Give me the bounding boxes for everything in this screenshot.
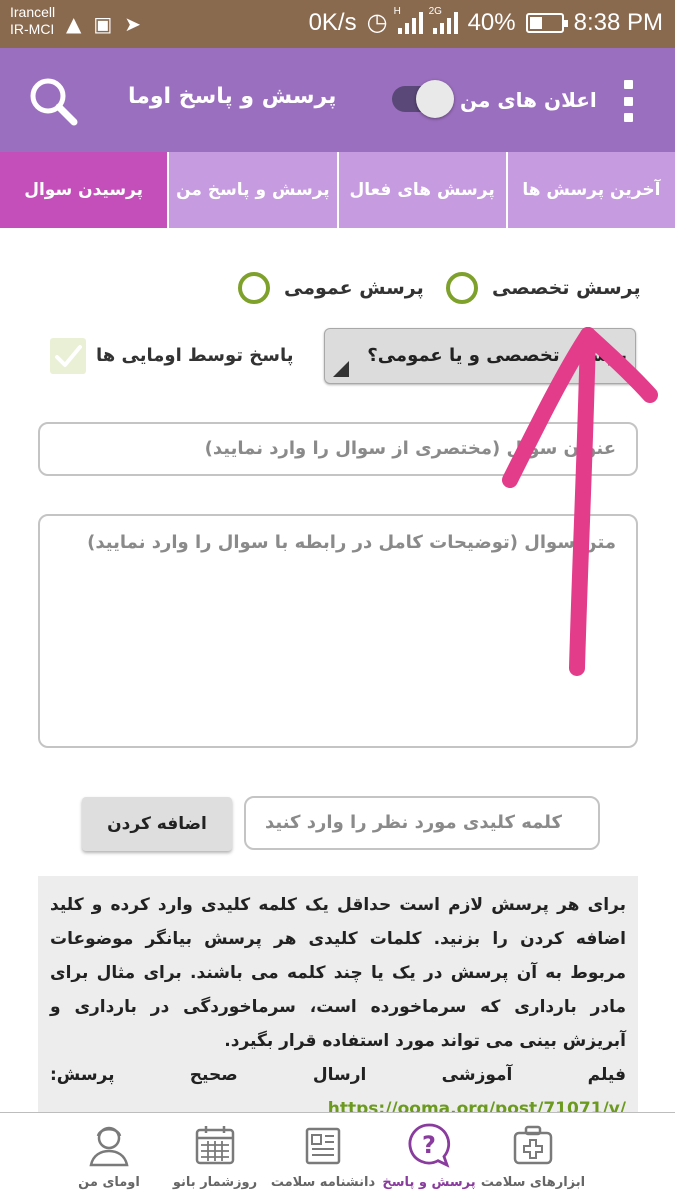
- dropdown-value: پرسش تخصصی و یا عمومی؟: [367, 345, 627, 366]
- notifications-label: اعلان های من: [460, 88, 597, 112]
- carrier-line-1: Irancell: [10, 4, 56, 20]
- tab-bar: پرسیدن سوال پرسش و پاسخ من پرسش های فعال…: [0, 152, 675, 228]
- question-type-dropdown[interactable]: پرسش تخصصی و یا عمومی؟: [324, 328, 636, 384]
- answer-by-oomas-checkbox[interactable]: [50, 338, 86, 374]
- nav-label: دانشنامه سلامت: [270, 1175, 376, 1190]
- radio-circle[interactable]: [446, 272, 478, 304]
- signal-icon-2: 2G: [429, 6, 458, 34]
- net-type-1: H: [393, 5, 401, 17]
- question-bubble-icon: ?: [408, 1123, 451, 1168]
- menu-dot: [623, 80, 633, 89]
- signal-icon: H: [394, 6, 423, 34]
- tab-active-questions[interactable]: پرسش های فعال: [339, 152, 508, 228]
- keyword-placeholder: کلمه کلیدی مورد نظر را وارد کنید: [264, 812, 562, 833]
- net-type-2: 2G: [428, 5, 442, 17]
- carrier-line-2: IR-MCI: [10, 21, 55, 37]
- video-link[interactable]: https://ooma.org/post/71071/v/: [328, 1099, 626, 1112]
- battery-fill: [529, 16, 542, 29]
- question-title-input[interactable]: عنوان سوال (مختصری از سوال را وارد نمایی…: [38, 422, 638, 476]
- notifications-toggle[interactable]: [392, 80, 454, 118]
- image-icon: ▣: [93, 12, 113, 36]
- add-keyword-button[interactable]: اضافه کردن: [82, 797, 232, 851]
- tab-my-questions[interactable]: پرسش و پاسخ من: [169, 152, 339, 228]
- net-speed: 0K/s: [308, 8, 357, 36]
- question-title-placeholder: عنوان سوال (مختصری از سوال را وارد نمایی…: [204, 438, 616, 459]
- search-button[interactable]: [28, 76, 80, 128]
- nav-health-encyclopedia[interactable]: دانشنامه سلامت: [268, 1121, 378, 1190]
- bottom-navigation: ابزارهای سلامت ? پرسش و پاسخ دانشنامه سل…: [0, 1112, 675, 1200]
- battery-percent: 40%: [467, 8, 516, 36]
- svg-text:?: ?: [422, 1131, 436, 1159]
- toggle-knob: [416, 80, 454, 118]
- help-text: برای هر پرسش لازم است حداقل یک کلمه کلید…: [50, 895, 626, 1051]
- nav-label: اومای من: [78, 1175, 140, 1190]
- answer-by-oomas-label: پاسخ توسط اومایی ها: [96, 345, 294, 366]
- radio-specialized-label: پرسش تخصصی: [492, 277, 641, 299]
- medical-kit-icon: [513, 1125, 553, 1165]
- keyword-input[interactable]: کلمه کلیدی مورد نظر را وارد کنید: [244, 796, 600, 850]
- nav-questions-answers[interactable]: ? پرسش و پاسخ: [374, 1121, 484, 1190]
- telegram-icon: ➤: [124, 12, 142, 36]
- tab-ask-question[interactable]: پرسیدن سوال: [0, 152, 170, 228]
- radio-general[interactable]: پرسش عمومی: [238, 272, 424, 304]
- nav-label: پرسش و پاسخ: [382, 1175, 476, 1190]
- menu-dot: [623, 113, 633, 122]
- question-body-placeholder: متن سوال (توضیحات کامل در رابطه با سوال …: [87, 532, 616, 553]
- status-bar: Irancell IR-MCI ▲ ▣ ➤ 0K/s ◷ H 2G 40% 8:…: [0, 0, 675, 48]
- check-icon: [55, 345, 82, 367]
- clock: 8:38 PM: [573, 8, 663, 36]
- calendar-icon: [195, 1126, 235, 1165]
- nav-label: روزشمار بانو: [172, 1175, 258, 1190]
- nav-my-ooma[interactable]: اومای من: [54, 1121, 164, 1190]
- search-icon: [30, 78, 78, 126]
- app-bar: پرسش و پاسخ اوما اعلان های من: [0, 48, 675, 152]
- tab-latest-questions[interactable]: آخرین پرسش ها: [508, 152, 675, 228]
- dropdown-corner-icon: [333, 361, 349, 377]
- nav-label: ابزارهای سلامت: [480, 1175, 586, 1190]
- video-label: فیلم آموزشی ارسال صحیح پرسش:: [50, 1065, 626, 1085]
- page-title: پرسش و پاسخ اوما: [128, 84, 337, 109]
- question-body-textarea[interactable]: متن سوال (توضیحات کامل در رابطه با سوال …: [38, 514, 638, 748]
- contacts-icon: ▲: [66, 12, 82, 36]
- overflow-menu-button[interactable]: [618, 80, 638, 122]
- nav-women-calendar[interactable]: روزشمار بانو: [160, 1121, 270, 1190]
- carrier-name: Irancell IR-MCI: [10, 4, 55, 38]
- profile-icon: [89, 1126, 129, 1167]
- radio-general-label: پرسش عمومی: [284, 277, 424, 299]
- encyclopedia-icon: [305, 1127, 341, 1165]
- help-box: برای هر پرسش لازم است حداقل یک کلمه کلید…: [38, 876, 638, 1112]
- notification-icons: ▲ ▣ ➤: [66, 12, 141, 36]
- menu-dot: [623, 96, 633, 106]
- radio-circle[interactable]: [238, 272, 270, 304]
- alarm-icon: ◷: [366, 9, 388, 36]
- nav-health-tools[interactable]: ابزارهای سلامت: [478, 1121, 588, 1190]
- radio-specialized[interactable]: پرسش تخصصی: [446, 272, 641, 304]
- battery-icon: [525, 12, 568, 33]
